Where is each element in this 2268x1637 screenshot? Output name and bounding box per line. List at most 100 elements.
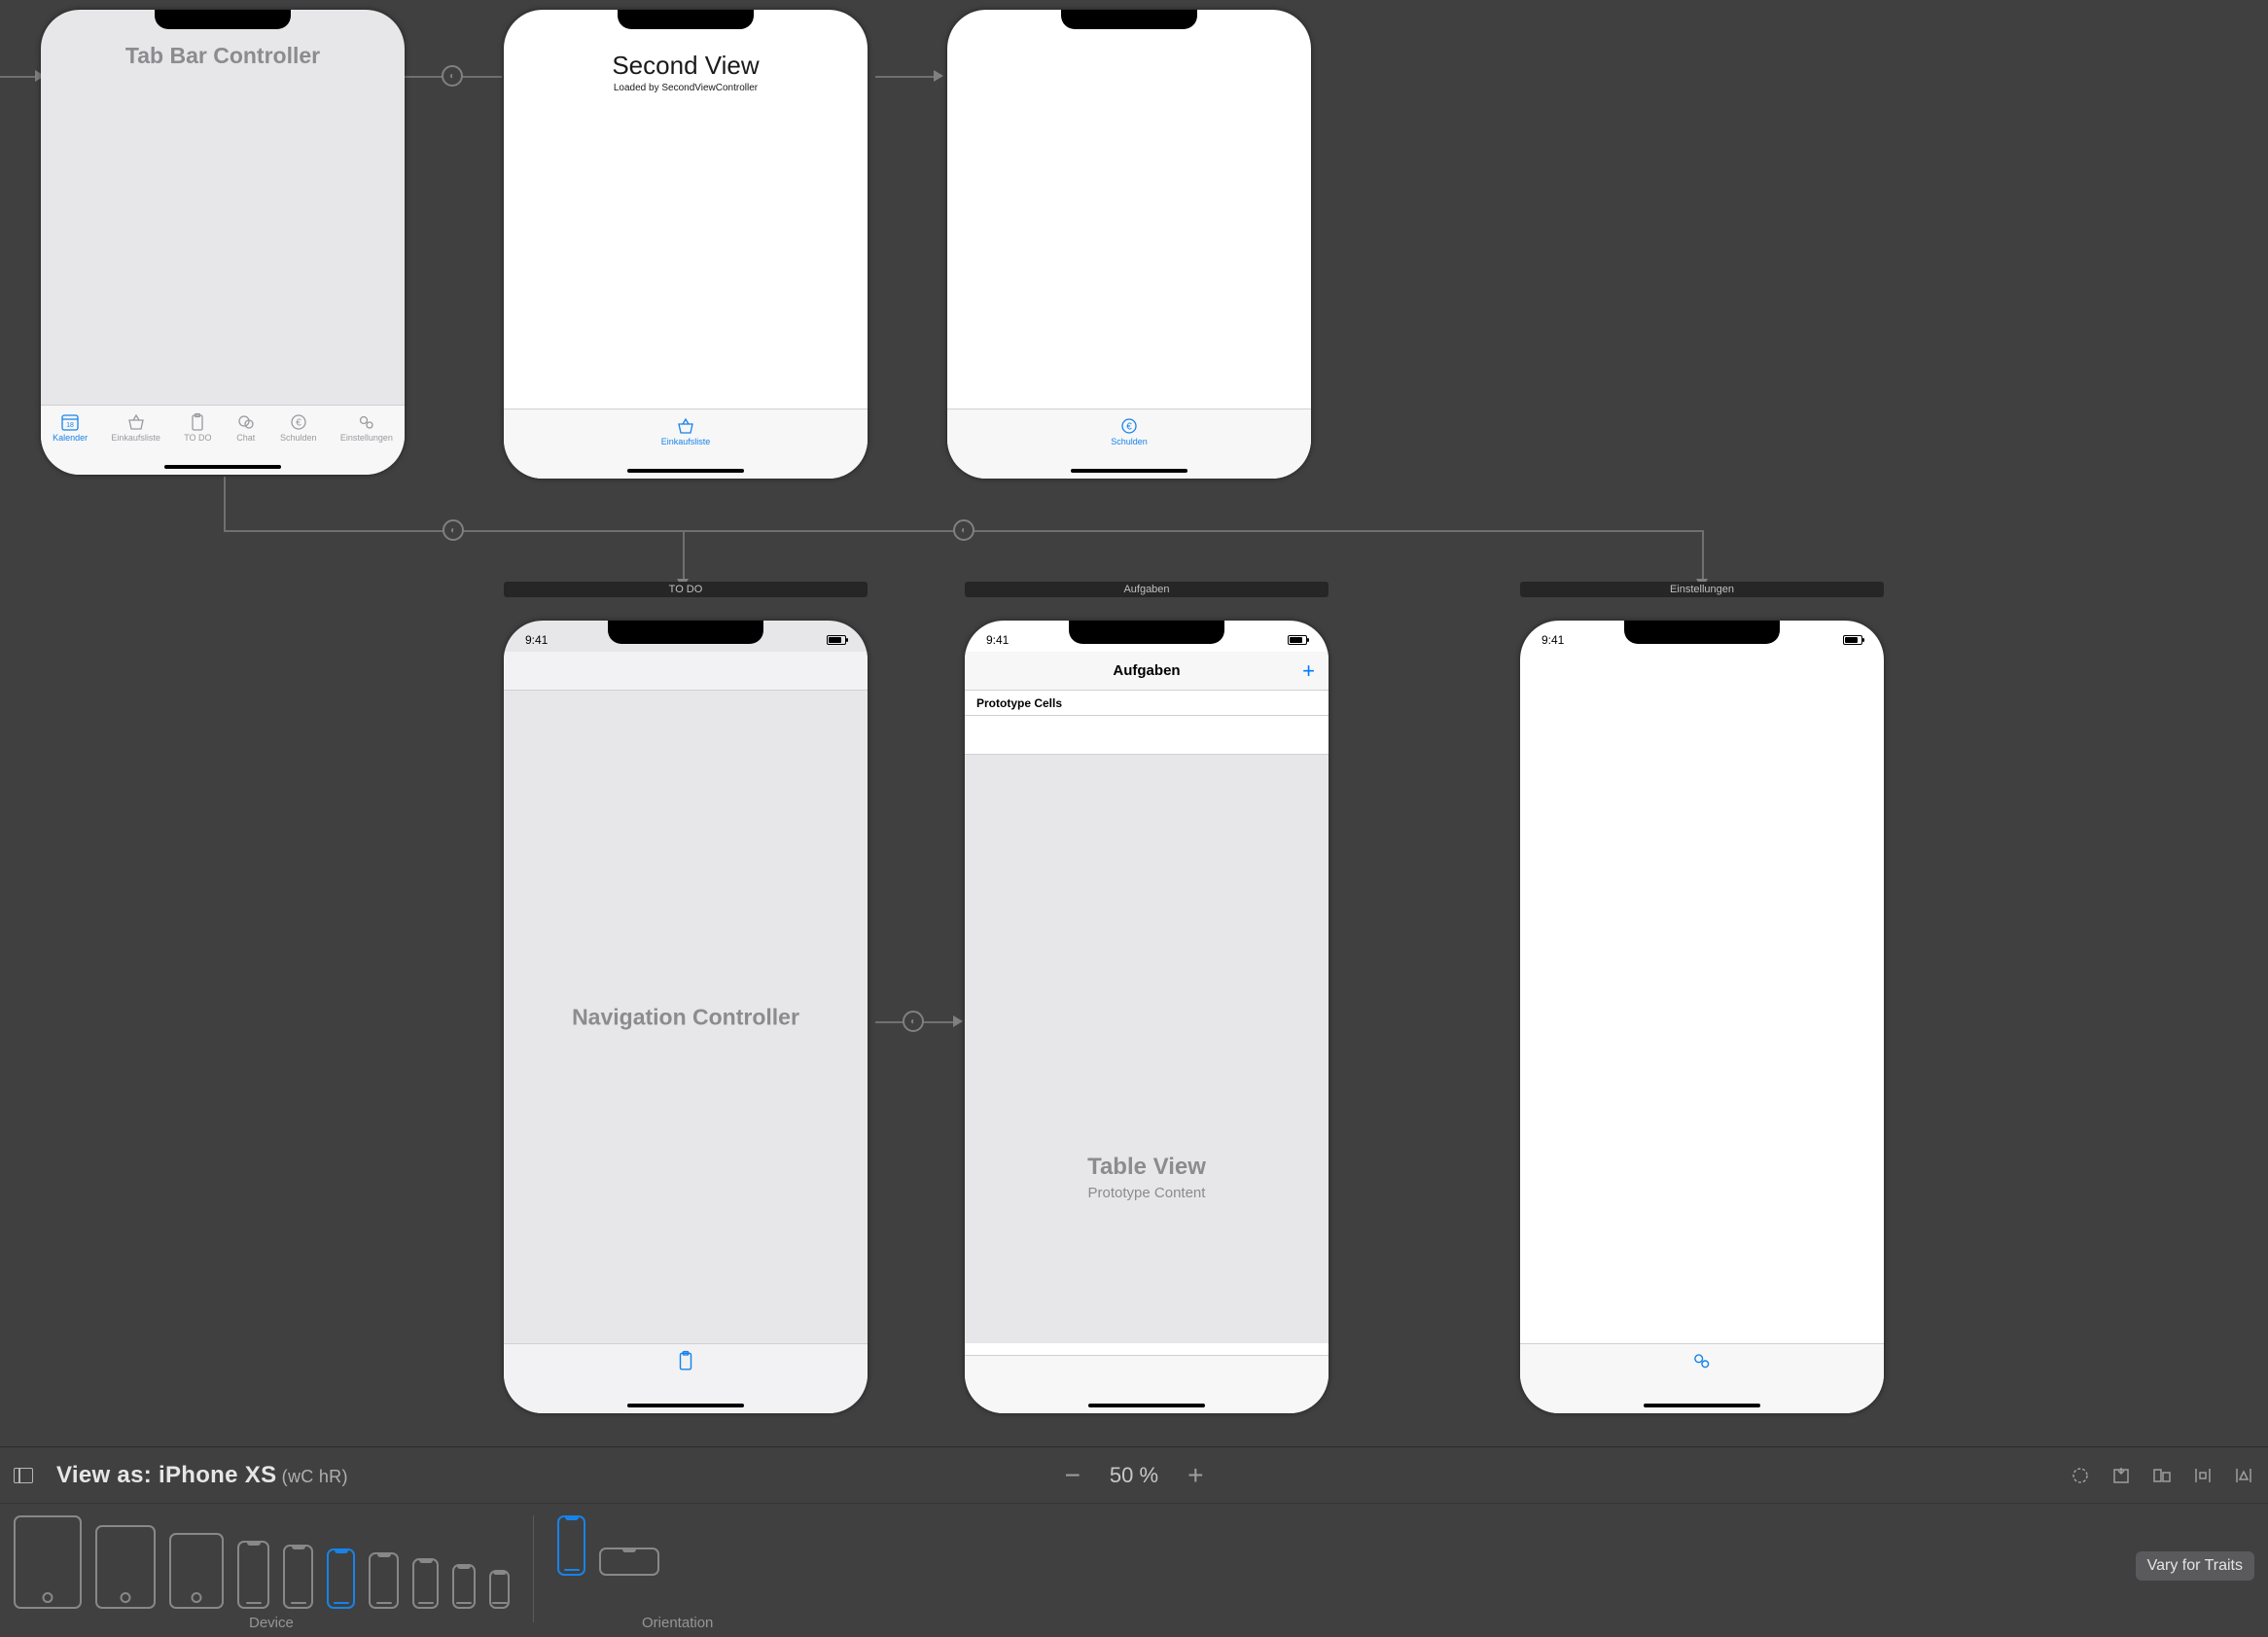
tab-label: Einkaufsliste: [661, 437, 711, 446]
device-ipad[interactable]: [169, 1533, 224, 1609]
tab-label: Einkaufsliste: [111, 433, 160, 443]
segue-arrow: [953, 1015, 963, 1027]
home-indicator: [1088, 1404, 1205, 1407]
device-iphone-4s[interactable]: [489, 1570, 510, 1609]
device-ipad-pro-11[interactable]: [95, 1525, 156, 1609]
prototype-cell[interactable]: [965, 716, 1329, 755]
chat-icon: [235, 411, 257, 433]
screen-subtitle: Loaded by SecondViewController: [504, 83, 868, 93]
zoom-out-button[interactable]: −: [1065, 1460, 1081, 1491]
device-notch: [1061, 10, 1197, 29]
add-constraints-button[interactable]: [2192, 1465, 2214, 1486]
segue-line: [683, 530, 685, 579]
tab-item-kalender[interactable]: 18 Kalender: [53, 411, 88, 475]
zoom-controls: − 50 % +: [1065, 1460, 1204, 1491]
segue-relationship-icon[interactable]: ◐: [903, 1011, 924, 1032]
embed-in-button[interactable]: [2110, 1465, 2132, 1486]
status-bar: 9:41: [986, 630, 1307, 650]
resolve-constraints-button[interactable]: [2233, 1465, 2254, 1486]
orientation-portrait[interactable]: [557, 1515, 585, 1576]
scene-dock-title[interactable]: TO DO: [504, 582, 868, 597]
euro-icon: €: [1118, 415, 1140, 437]
tableview-placeholder-title: Table View: [965, 1154, 1329, 1181]
device-iphone-xr[interactable]: [283, 1545, 313, 1609]
device-iphone-8[interactable]: [412, 1558, 439, 1609]
tab-label: TO DO: [184, 433, 211, 443]
device-picker: [14, 1515, 510, 1609]
scene-second-view[interactable]: Second View Loaded by SecondViewControll…: [504, 10, 868, 479]
segue-relationship-icon[interactable]: ◐: [443, 519, 464, 541]
nav-title: Aufgaben: [1113, 662, 1180, 679]
prototype-cells-header: Prototype Cells: [965, 691, 1329, 716]
status-time: 9:41: [525, 633, 548, 647]
view-as-label[interactable]: View as: iPhone XS (wC hR): [56, 1462, 348, 1489]
scene-dock-title[interactable]: Einstellungen: [1520, 582, 1884, 597]
tab-item-schulden[interactable]: € Schulden: [280, 411, 317, 475]
divider: [533, 1515, 534, 1622]
screen-title: Second View: [504, 51, 868, 81]
navigation-bar[interactable]: [504, 652, 868, 691]
add-button[interactable]: +: [1302, 660, 1315, 682]
vary-for-traits-button[interactable]: Vary for Traits: [2136, 1551, 2254, 1581]
update-frames-button[interactable]: [2070, 1465, 2091, 1486]
segue-line: [0, 76, 35, 78]
zoom-in-button[interactable]: +: [1187, 1460, 1203, 1491]
tab-label: Chat: [236, 433, 255, 443]
home-indicator: [627, 469, 744, 473]
calendar-icon: 18: [59, 411, 81, 433]
scene-dock-title[interactable]: Aufgaben: [965, 582, 1329, 597]
device-notch: [618, 10, 754, 29]
clipboard-icon: [675, 1350, 696, 1371]
scene-navigation-controller[interactable]: TO DO 9:41 Navigation Controller: [504, 582, 868, 1416]
scene-tabbar-controller[interactable]: Tab Bar Controller 18 Kalender Einkaufsl…: [41, 10, 405, 475]
orientation-landscape[interactable]: [599, 1548, 659, 1576]
document-outline-toggle[interactable]: [14, 1468, 33, 1483]
segue-arrow: [934, 70, 943, 82]
orientation-picker: [557, 1515, 659, 1576]
basket-icon: [675, 415, 696, 437]
svg-text:€: €: [296, 418, 301, 429]
device-group-label: Device: [249, 1615, 294, 1631]
scene-aufgaben[interactable]: Aufgaben 9:41 Aufgaben + Prototype Cells…: [965, 582, 1329, 1416]
status-time: 9:41: [1542, 633, 1564, 647]
tab-item-einkaufsliste[interactable]: Einkaufsliste: [111, 411, 160, 475]
storyboard-canvas[interactable]: ◐ ◐ ◐ ◐ Tab Bar Controller 18 Kalender E…: [0, 0, 2268, 1446]
align-button[interactable]: [2151, 1465, 2173, 1486]
status-bar: 9:41: [525, 630, 846, 650]
device-iphone-8-plus[interactable]: [369, 1552, 399, 1609]
navigation-bar[interactable]: Aufgaben +: [965, 652, 1329, 691]
segue-line: [875, 76, 934, 78]
battery-icon: [827, 635, 846, 645]
svg-text:€: €: [1126, 422, 1132, 433]
tableview-placeholder-subtitle: Prototype Content: [965, 1185, 1329, 1201]
clipboard-icon: [187, 411, 208, 433]
tab-label: Schulden: [1111, 437, 1148, 446]
segue-relationship-icon[interactable]: ◐: [442, 65, 463, 87]
gears-icon: [1691, 1350, 1713, 1371]
device-iphone-xs[interactable]: [327, 1548, 355, 1609]
controller-placeholder-title: Tab Bar Controller: [41, 43, 405, 69]
tab-label: Schulden: [280, 433, 317, 443]
battery-icon: [1843, 635, 1862, 645]
scene-schulden[interactable]: € Schulden: [947, 10, 1311, 479]
device-iphone-se[interactable]: [452, 1564, 476, 1609]
gears-icon: [356, 411, 377, 433]
home-indicator: [1644, 1404, 1760, 1407]
home-indicator: [164, 465, 281, 469]
tab-item-einstellungen[interactable]: Einstellungen: [340, 411, 393, 475]
scene-einstellungen[interactable]: Einstellungen 9:41: [1520, 582, 1884, 1416]
svg-text:18: 18: [66, 422, 74, 429]
basket-icon: [125, 411, 147, 433]
euro-icon: €: [288, 411, 309, 433]
table-view-body[interactable]: Table View Prototype Content: [965, 755, 1329, 1343]
segue-line: [1702, 530, 1704, 579]
home-indicator: [627, 1404, 744, 1407]
device-configuration-bar: View as: iPhone XS (wC hR) − 50 % +: [0, 1446, 2268, 1636]
device-ipad-pro-12[interactable]: [14, 1515, 82, 1609]
orientation-group-label: Orientation: [642, 1615, 713, 1631]
segue-relationship-icon[interactable]: ◐: [953, 519, 975, 541]
tab-label: Einstellungen: [340, 433, 393, 443]
device-iphone-xs-max[interactable]: [237, 1541, 269, 1609]
home-indicator: [1071, 469, 1187, 473]
status-bar: 9:41: [1542, 630, 1862, 650]
